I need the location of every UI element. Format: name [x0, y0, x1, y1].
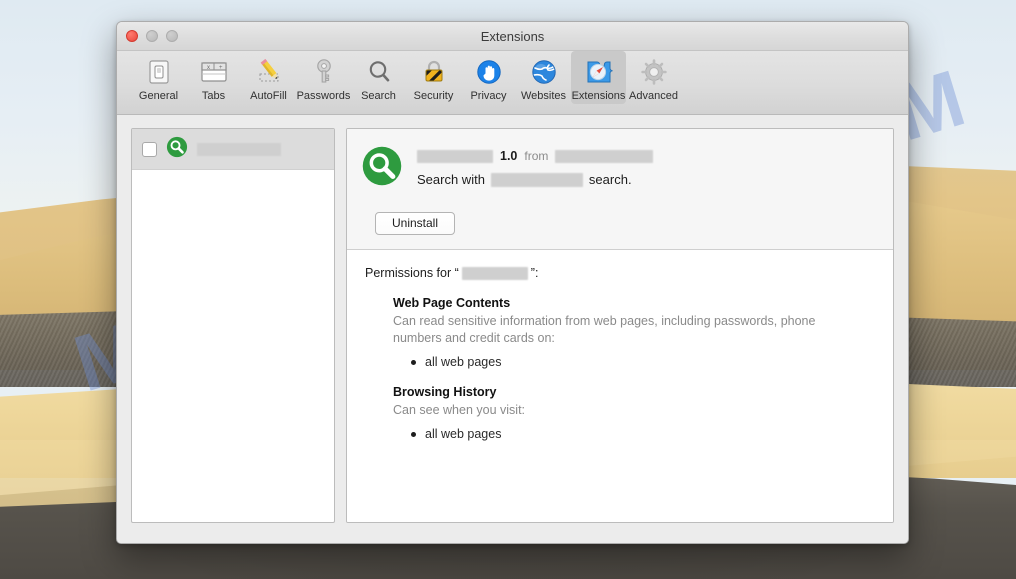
passwords-icon [296, 55, 351, 89]
permissions-title-suffix: ”: [531, 266, 539, 280]
description-prefix: Search with [417, 172, 485, 187]
window-title: Extensions [117, 22, 908, 51]
tab-general-label: General [131, 90, 186, 102]
safari-preferences-window: Extensions General [116, 21, 909, 544]
extension-version: 1.0 [500, 149, 517, 163]
search-icon [351, 55, 406, 89]
extension-enabled-checkbox[interactable] [142, 142, 157, 157]
tab-tabs-label: Tabs [186, 90, 241, 102]
tab-autofill[interactable]: AutoFill [241, 51, 296, 104]
extension-title-line: 1.0 from [417, 149, 875, 163]
extension-list-item[interactable] [132, 129, 334, 170]
advanced-icon [626, 55, 681, 89]
window-titlebar: Extensions [117, 22, 908, 51]
green-magnifier-icon [361, 145, 403, 192]
tab-search-label: Search [351, 90, 406, 102]
green-magnifier-icon [166, 136, 188, 163]
extension-name-redacted [197, 143, 281, 156]
extension-summary: 1.0 from Search with search. [361, 145, 875, 192]
tab-autofill-label: AutoFill [241, 90, 296, 102]
extensions-icon [571, 55, 626, 89]
permissions-title: Permissions for “ ”: [365, 266, 873, 280]
preferences-toolbar: General x + Tabs [117, 51, 908, 115]
svg-text:+: + [219, 65, 223, 71]
tab-advanced[interactable]: Advanced [626, 51, 681, 104]
tab-websites[interactable]: Websites [516, 51, 571, 104]
permission-body: Can read sensitive information from web … [393, 313, 823, 348]
autofill-icon [241, 55, 296, 89]
tab-extensions-label: Extensions [571, 90, 626, 102]
extension-summary-text: 1.0 from Search with search. [417, 145, 875, 192]
tab-advanced-label: Advanced [626, 90, 681, 102]
tab-tabs[interactable]: x + Tabs [186, 51, 241, 104]
extension-detail-panel: 1.0 from Search with search. Uninstall [346, 128, 894, 523]
tab-privacy-label: Privacy [461, 90, 516, 102]
permissions-title-prefix: Permissions for “ [365, 266, 459, 280]
privacy-icon [461, 55, 516, 89]
permission-scope-item: all web pages [411, 353, 873, 372]
close-button[interactable] [126, 30, 138, 42]
permission-scope-list: all web pages [393, 353, 873, 372]
extensions-list-panel[interactable] [131, 128, 335, 523]
tab-security-label: Security [406, 90, 461, 102]
svg-text:x: x [207, 65, 210, 71]
security-icon [406, 55, 461, 89]
extension-vendor-redacted [555, 150, 653, 163]
permission-group-browsing-history: Browsing History Can see when you visit:… [365, 385, 873, 443]
uninstall-button[interactable]: Uninstall [375, 212, 455, 235]
tab-security[interactable]: Security [406, 51, 461, 104]
permission-scope-list: all web pages [393, 425, 873, 444]
permission-heading: Browsing History [393, 385, 873, 399]
tab-general[interactable]: General [131, 51, 186, 104]
permissions-extension-name-redacted [462, 267, 528, 280]
general-icon [131, 55, 186, 89]
permission-group-web-page-contents: Web Page Contents Can read sensitive inf… [365, 296, 873, 371]
traffic-light-group [126, 30, 178, 42]
minimize-button[interactable] [146, 30, 158, 42]
zoom-button[interactable] [166, 30, 178, 42]
tab-privacy[interactable]: Privacy [461, 51, 516, 104]
permission-heading: Web Page Contents [393, 296, 873, 310]
extension-description-line: Search with search. [417, 172, 875, 187]
permission-body: Can see when you visit: [393, 402, 823, 419]
desktop-background: MYANTISPYWARE.COM Extensions [0, 0, 1016, 579]
tab-extensions[interactable]: Extensions [571, 51, 626, 104]
tab-passwords[interactable]: Passwords [296, 51, 351, 104]
from-label: from [524, 149, 548, 163]
tab-websites-label: Websites [516, 90, 571, 102]
permission-scope-item: all web pages [411, 425, 873, 444]
extension-search-name-redacted [491, 173, 583, 187]
description-suffix: search. [589, 172, 632, 187]
websites-icon [516, 55, 571, 89]
tab-search[interactable]: Search [351, 51, 406, 104]
extension-name-redacted [417, 150, 493, 163]
permissions-section: Permissions for “ ”: Web Page Contents C… [347, 250, 893, 522]
extension-detail-header: 1.0 from Search with search. Uninstall [347, 129, 893, 250]
preferences-content: 1.0 from Search with search. Uninstall [117, 115, 908, 544]
tab-passwords-label: Passwords [296, 90, 351, 102]
tabs-icon: x + [186, 55, 241, 89]
